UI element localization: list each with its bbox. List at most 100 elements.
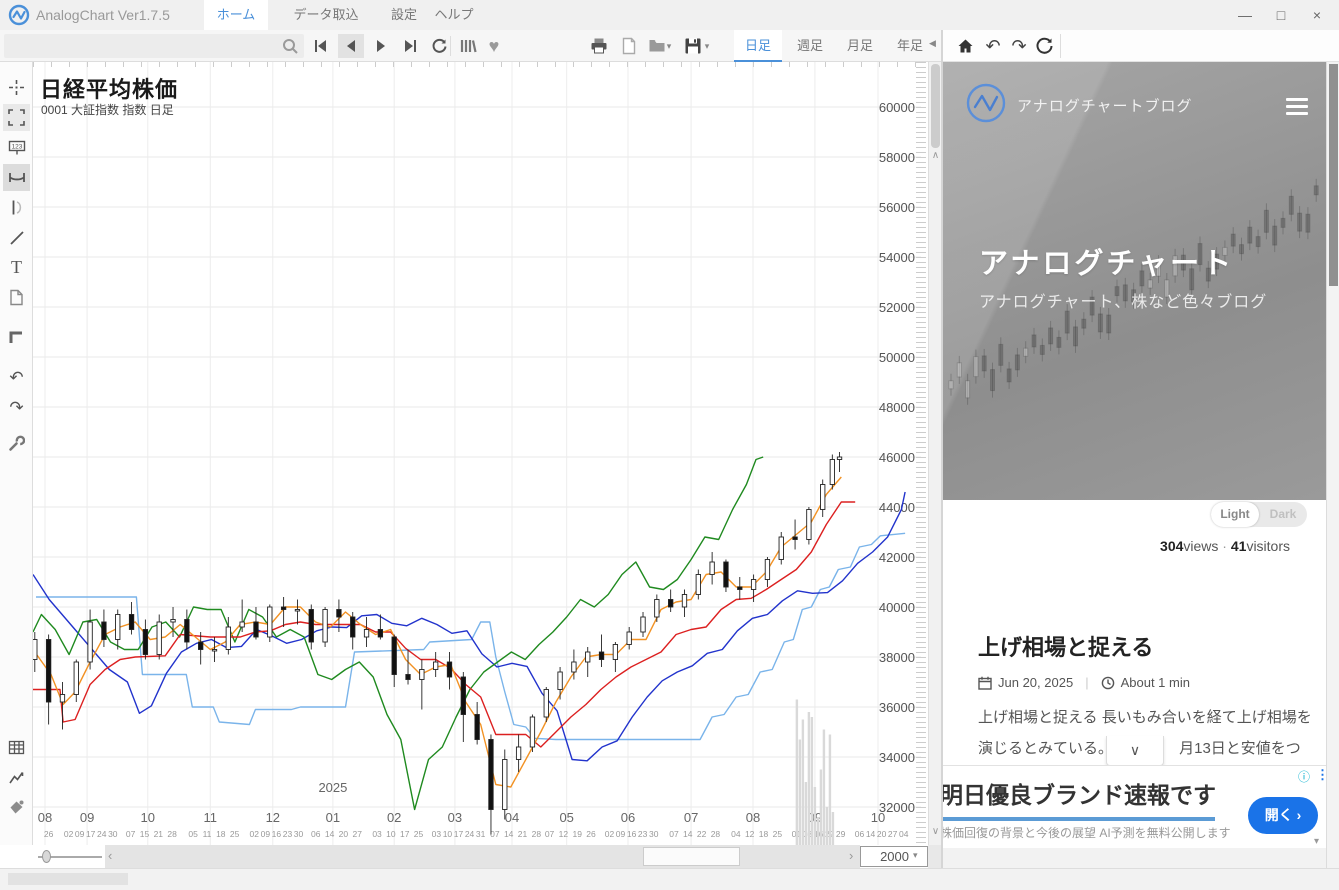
theme-toggle[interactable]: Light Dark <box>1211 502 1307 527</box>
svg-text:20: 20 <box>877 829 887 839</box>
blog-hero-title: アナログチャート <box>979 240 1234 282</box>
browser-refresh-icon[interactable] <box>1033 35 1057 57</box>
prev-button[interactable] <box>338 34 364 58</box>
search-input[interactable] <box>4 34 304 58</box>
hamburger-menu-icon[interactable] <box>1286 98 1308 119</box>
svg-text:14: 14 <box>504 829 514 839</box>
article-title[interactable]: 上げ相場と捉える <box>978 630 1153 662</box>
menu-tab-data-import[interactable]: データ取込 <box>288 0 364 30</box>
svg-text:06: 06 <box>621 810 635 825</box>
svg-text:12: 12 <box>266 810 280 825</box>
ad-open-button[interactable]: 開く › <box>1248 797 1318 834</box>
zoom-slider-thumb[interactable] <box>42 850 51 863</box>
svg-text:2025: 2025 <box>318 780 347 795</box>
vertical-scrollbar-thumb[interactable] <box>931 64 940 148</box>
svg-text:03: 03 <box>448 810 462 825</box>
svg-text:16: 16 <box>627 829 637 839</box>
select-region-tool[interactable] <box>3 104 30 131</box>
favorite-heart-icon[interactable]: ♥ <box>482 34 506 58</box>
vertical-marker-tool[interactable] <box>3 194 30 221</box>
svg-text:25: 25 <box>414 829 424 839</box>
redo-icon[interactable]: ↷ <box>3 394 30 421</box>
home-icon[interactable] <box>953 35 977 57</box>
open-folder-dropdown-icon[interactable]: ▾ <box>663 34 675 58</box>
library-icon[interactable] <box>455 34 481 58</box>
ad-collapse-caret-icon[interactable]: ▾ <box>1314 836 1319 847</box>
chart-vertical-scrollbar[interactable]: ∧ ∨ <box>928 62 941 845</box>
refresh-button[interactable] <box>426 34 452 58</box>
new-document-button[interactable] <box>616 34 642 58</box>
theme-toggle-dark[interactable]: Dark <box>1259 502 1307 527</box>
svg-text:09: 09 <box>616 829 626 839</box>
settings-wrench-icon[interactable] <box>3 430 30 457</box>
svg-text:07: 07 <box>684 810 698 825</box>
text-tool[interactable]: T <box>3 254 30 281</box>
blog-scrollbar[interactable] <box>1326 62 1339 868</box>
minimize-button[interactable]: — <box>1231 4 1259 26</box>
svg-text:10: 10 <box>141 810 155 825</box>
blog-scrollbar-thumb[interactable] <box>1329 64 1338 286</box>
ad-info-icon[interactable]: ⓘ <box>1298 768 1310 785</box>
expand-article-button[interactable]: ∨ <box>1106 736 1164 766</box>
period-tab-yearly[interactable]: 年足 <box>888 30 932 62</box>
price-chart[interactable]: 3200034000360003800040000420004400046000… <box>33 62 928 845</box>
browser-back-icon[interactable]: ↶ <box>981 35 1005 57</box>
skip-to-end-button[interactable] <box>397 34 423 58</box>
undo-icon[interactable]: ↶ <box>3 364 30 391</box>
note-page-tool[interactable] <box>3 284 30 311</box>
horizontal-scrollbar-thumb[interactable] <box>643 847 740 866</box>
next-button[interactable] <box>368 34 394 58</box>
svg-text:27: 27 <box>353 829 363 839</box>
close-button[interactable]: × <box>1303 4 1331 26</box>
horizontal-measure-tool[interactable] <box>3 164 30 191</box>
panel-footer-area <box>943 848 1326 868</box>
menu-tab-settings[interactable]: 設定 <box>382 0 426 30</box>
svg-text:03: 03 <box>432 829 442 839</box>
data-table-icon[interactable] <box>3 734 30 761</box>
browser-forward-icon[interactable]: ↷ <box>1007 35 1031 57</box>
trend-line-tool[interactable] <box>3 224 30 251</box>
svg-text:17: 17 <box>86 829 96 839</box>
ad-choices-icon[interactable]: ⋮ <box>1316 767 1326 783</box>
zigzag-line-icon[interactable] <box>3 764 30 791</box>
period-tab-weekly[interactable]: 週足 <box>788 30 832 62</box>
svg-text:15: 15 <box>140 829 150 839</box>
svg-text:11: 11 <box>203 829 212 839</box>
value-label-tool[interactable]: 123 <box>3 134 30 161</box>
svg-text:36000: 36000 <box>879 700 915 715</box>
svg-text:22: 22 <box>697 829 707 839</box>
scroll-right-icon[interactable]: › <box>849 848 853 863</box>
svg-text:18: 18 <box>759 829 769 839</box>
search-icon <box>282 38 299 55</box>
svg-text:16: 16 <box>272 829 282 839</box>
period-tab-daily[interactable]: 日足 <box>734 30 782 62</box>
ad-banner[interactable]: ⓘ ⋮ 明日優良ブランド速報です 株価回復の背景と今後の展望 AI予測を無料公開… <box>943 765 1326 848</box>
svg-text:21: 21 <box>154 829 164 839</box>
svg-text:24: 24 <box>465 829 475 839</box>
period-tab-monthly[interactable]: 月足 <box>838 30 882 62</box>
blog-site-title[interactable]: アナログチャートブログ <box>1017 95 1193 116</box>
scroll-left-icon[interactable]: ‹ <box>108 848 112 863</box>
collapse-panel-icon[interactable]: ◀ <box>929 38 936 49</box>
menu-tab-home[interactable]: ホーム <box>204 0 268 30</box>
paint-bucket-icon[interactable] <box>3 794 30 821</box>
skip-to-start-button[interactable] <box>308 34 334 58</box>
svg-text:12: 12 <box>745 829 755 839</box>
crosshair-tool[interactable] <box>3 74 30 101</box>
theme-toggle-light[interactable]: Light <box>1211 502 1259 527</box>
save-dropdown-icon[interactable]: ▾ <box>701 34 713 58</box>
status-bar <box>0 868 1339 890</box>
svg-text:34000: 34000 <box>879 750 915 765</box>
svg-text:26: 26 <box>586 829 596 839</box>
maximize-button[interactable]: □ <box>1267 4 1295 26</box>
calendar-icon <box>978 676 992 690</box>
horizontal-scrollbar-track[interactable] <box>105 845 860 868</box>
ad-headline[interactable]: 明日優良ブランド速報です <box>943 776 1216 810</box>
chart-area[interactable]: 3200034000360003800040000420004400046000… <box>33 62 928 845</box>
svg-text:28: 28 <box>167 829 177 839</box>
corner-angle-tool[interactable] <box>3 324 30 351</box>
svg-text:56000: 56000 <box>879 200 915 215</box>
menu-tab-help[interactable]: ヘルプ <box>430 0 478 30</box>
print-button[interactable] <box>586 34 612 58</box>
app-logo-icon <box>8 4 30 26</box>
